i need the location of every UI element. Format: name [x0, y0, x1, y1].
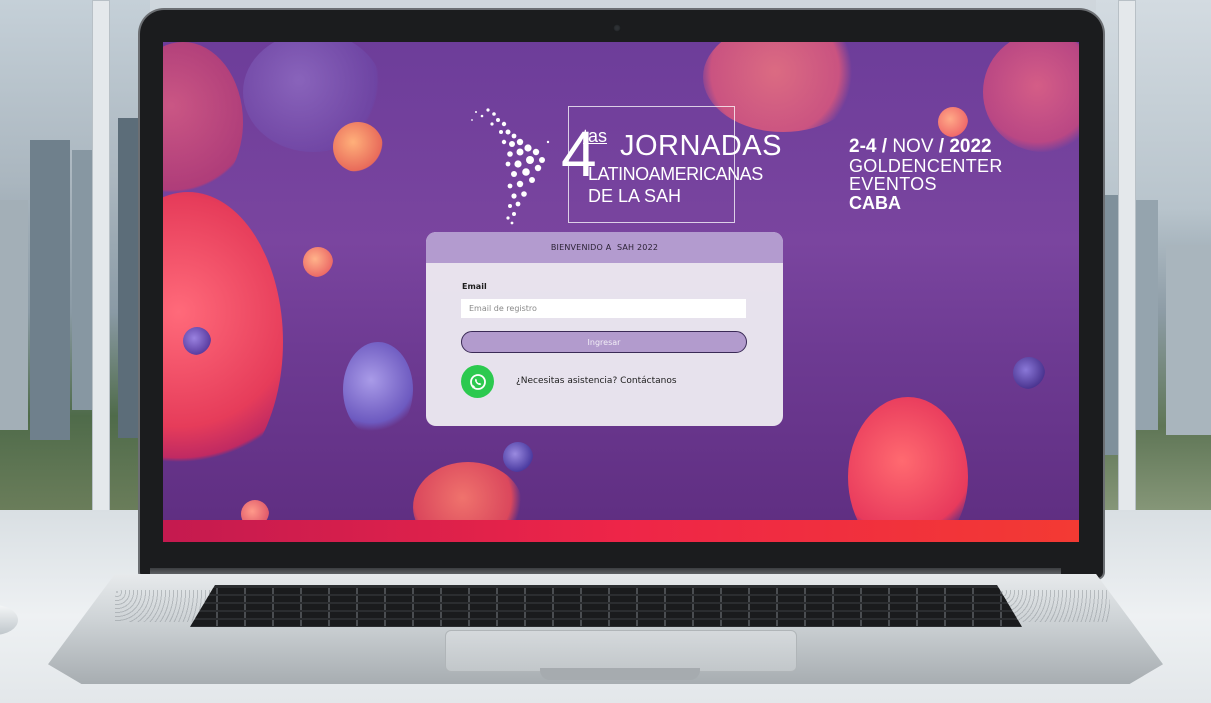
email-label: Email — [462, 282, 487, 291]
key-row — [190, 604, 1022, 610]
event-title-line2: LATINOAMERICANAS — [588, 164, 763, 184]
blob-decoration — [343, 342, 413, 437]
webcam-icon — [613, 24, 621, 32]
date-separator: / — [876, 136, 893, 157]
whatsapp-icon[interactable] — [461, 365, 494, 398]
blob-decoration — [333, 122, 383, 172]
city-view-right — [1096, 0, 1211, 520]
laptop-keyboard — [190, 585, 1022, 627]
blob-decoration — [938, 107, 968, 137]
event-dates: 2-4 / NOV / 2022 — [849, 137, 1079, 157]
speaker-grille-right — [1000, 590, 1110, 622]
laptop-front-notch — [540, 668, 700, 680]
event-info: 2-4 / NOV / 2022 GOLDENCENTER EVENTOS CA… — [849, 137, 1079, 214]
blob-decoration — [163, 42, 243, 202]
event-year: 2022 — [949, 136, 992, 157]
event-logo: 4 tas JORNADAS LATINOAMERICANAS DE LA SA… — [468, 102, 781, 227]
city-view-left — [0, 0, 150, 520]
key-row — [190, 612, 1022, 618]
welcome-heading: BIENVENIDO A SAH 2022 — [550, 243, 659, 252]
login-card: BIENVENIDO A SAH 2022 Email Ingresar ¿Ne… — [426, 232, 783, 426]
key-row — [190, 588, 1022, 594]
blob-decoration — [303, 247, 333, 277]
event-days: 2-4 — [849, 136, 877, 157]
edition-suffix: tas — [583, 126, 608, 146]
contact-support-link[interactable]: ¿Necesitas asistencia? Contáctanos — [516, 376, 677, 386]
login-button[interactable]: Ingresar — [461, 331, 747, 353]
event-title-line3: DE LA SAH — [588, 186, 682, 206]
blob-decoration — [983, 42, 1079, 152]
whatsapp-glyph — [469, 373, 486, 390]
trackpad — [445, 630, 797, 672]
event-city: CABA — [849, 193, 901, 213]
blob-decoration — [503, 442, 533, 472]
event-venue: GOLDENCENTER EVENTOS — [849, 156, 1003, 194]
blob-decoration — [163, 192, 283, 492]
email-field[interactable] — [461, 299, 746, 318]
window-frame-right — [1118, 0, 1136, 520]
blob-decoration — [1013, 357, 1045, 389]
laptop-screen: 4 tas JORNADAS LATINOAMERICANAS DE LA SA… — [163, 42, 1079, 542]
blob-decoration — [183, 327, 211, 355]
bottom-accent-band — [163, 520, 1079, 542]
key-row — [190, 596, 1022, 602]
event-month: NOV — [892, 136, 934, 157]
date-separator: / — [933, 136, 950, 157]
key-row — [190, 620, 1022, 626]
login-card-header: BIENVENIDO A SAH 2022 — [426, 232, 783, 263]
event-title-line1: JORNADAS — [620, 130, 782, 162]
latin-america-map-icon — [471, 108, 550, 225]
window-frame-left — [92, 0, 110, 520]
